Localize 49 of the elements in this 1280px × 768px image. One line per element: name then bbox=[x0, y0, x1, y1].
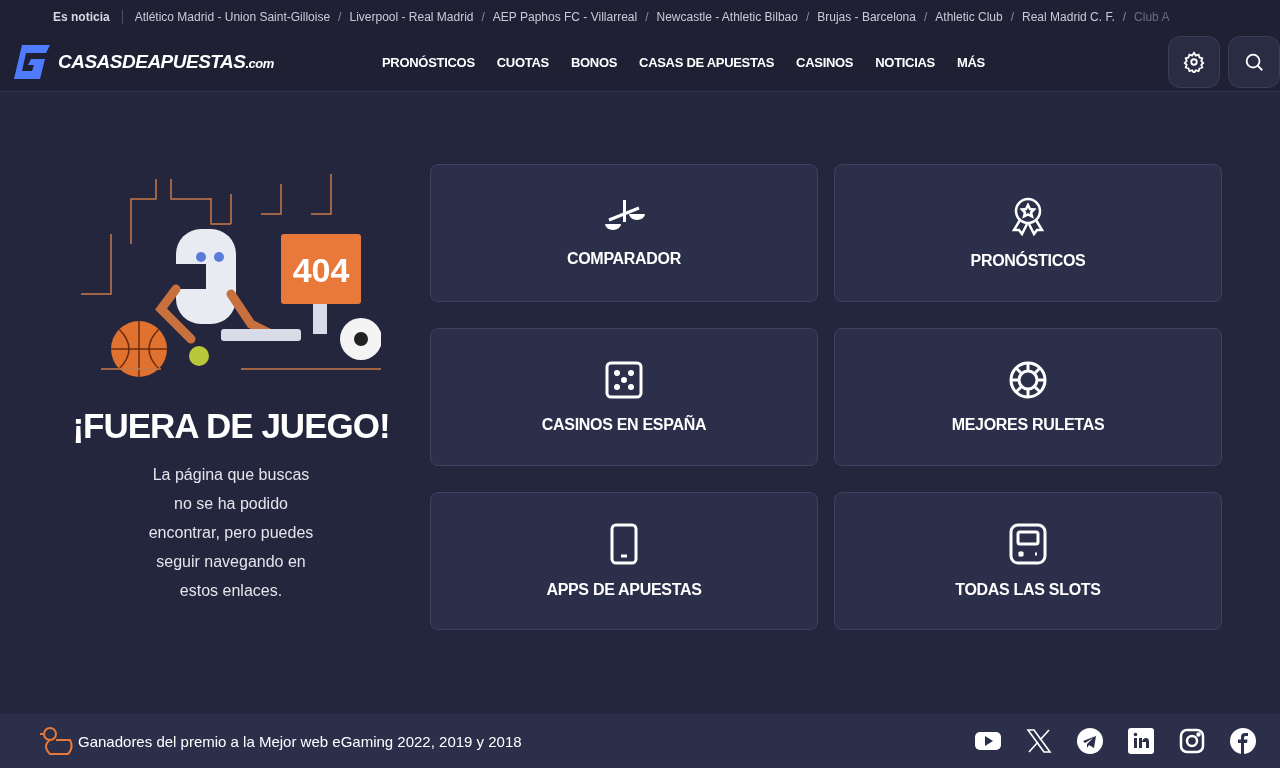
instagram-icon[interactable] bbox=[1179, 728, 1205, 754]
gear-icon bbox=[1183, 51, 1205, 73]
separator: / bbox=[805, 9, 810, 24]
nav-link[interactable]: CASAS DE APUESTAS bbox=[639, 54, 775, 70]
roulette-icon bbox=[1008, 360, 1048, 400]
link-card[interactable]: MEJORES RULETAS bbox=[834, 328, 1222, 466]
ticker-link[interactable]: Liverpool - Real Madrid bbox=[349, 9, 474, 24]
nav-link[interactable]: PRONÓSTICOS bbox=[382, 54, 475, 70]
linkedin-icon[interactable] bbox=[1128, 728, 1154, 754]
x-icon[interactable] bbox=[1026, 728, 1052, 754]
separator: / bbox=[923, 9, 928, 24]
logo-icon[interactable] bbox=[12, 43, 52, 81]
youtube-icon[interactable] bbox=[975, 731, 1001, 751]
ticker-link[interactable]: Atlético Madrid - Union Saint-Gilloise bbox=[134, 9, 331, 24]
nav-link[interactable]: CASINOS bbox=[796, 54, 854, 70]
error-heading: ¡FUERA DE JUEGO! bbox=[72, 406, 390, 446]
separator: / bbox=[338, 9, 342, 24]
nav-link[interactable]: MÁS bbox=[956, 54, 985, 70]
separator: / bbox=[1010, 9, 1015, 24]
award-text: Ganadores del premio a la Mejor web eGaming 2022, 2019 y 2018 bbox=[78, 732, 522, 750]
ticker-label: Es noticia bbox=[53, 9, 110, 24]
nav-link[interactable]: NOTICIAS bbox=[875, 54, 935, 70]
dice-icon bbox=[604, 360, 644, 400]
telegram-icon[interactable] bbox=[1077, 728, 1103, 754]
link-card[interactable]: PRONÓSTICOS bbox=[834, 164, 1222, 302]
slot-machine-icon bbox=[1008, 523, 1048, 565]
nav-link[interactable]: BONOS bbox=[570, 54, 618, 70]
separator: / bbox=[481, 9, 485, 24]
facebook-icon[interactable] bbox=[1230, 728, 1256, 754]
phone-icon bbox=[609, 523, 639, 565]
search-button[interactable] bbox=[1228, 36, 1280, 88]
duck-trophy-icon bbox=[40, 726, 74, 756]
settings-button[interactable] bbox=[1168, 36, 1220, 88]
nav-link[interactable]: CUOTAS bbox=[496, 54, 549, 70]
link-card[interactable]: APPS DE APUESTAS bbox=[430, 492, 818, 630]
ticker-link[interactable]: AEP Paphos FC - Villarreal bbox=[492, 9, 638, 24]
link-card[interactable]: CASINOS EN ESPAÑA bbox=[430, 328, 818, 466]
ticker-link[interactable]: Brujas - Barcelona bbox=[817, 9, 916, 24]
logo-text[interactable]: CASASDEAPUESTAS.com bbox=[58, 51, 274, 73]
separator: / bbox=[1122, 9, 1127, 24]
error-code: 404 bbox=[292, 251, 350, 289]
ticker-link[interactable]: Real Madrid C. F. bbox=[1022, 9, 1115, 24]
search-icon bbox=[1243, 51, 1265, 73]
link-card[interactable]: TODAS LAS SLOTS bbox=[834, 492, 1222, 630]
error-message: La página que buscas no se ha podido encontrar, pero puedes seguir navegando en estos enlaces. bbox=[147, 465, 315, 601]
link-card[interactable]: COMPARADOR bbox=[430, 164, 818, 302]
separator: / bbox=[645, 9, 649, 24]
ticker-link[interactable]: Newcastle - Athletic Bilbao bbox=[656, 9, 798, 24]
ticker-link[interactable]: Athletic Club bbox=[935, 9, 1003, 24]
